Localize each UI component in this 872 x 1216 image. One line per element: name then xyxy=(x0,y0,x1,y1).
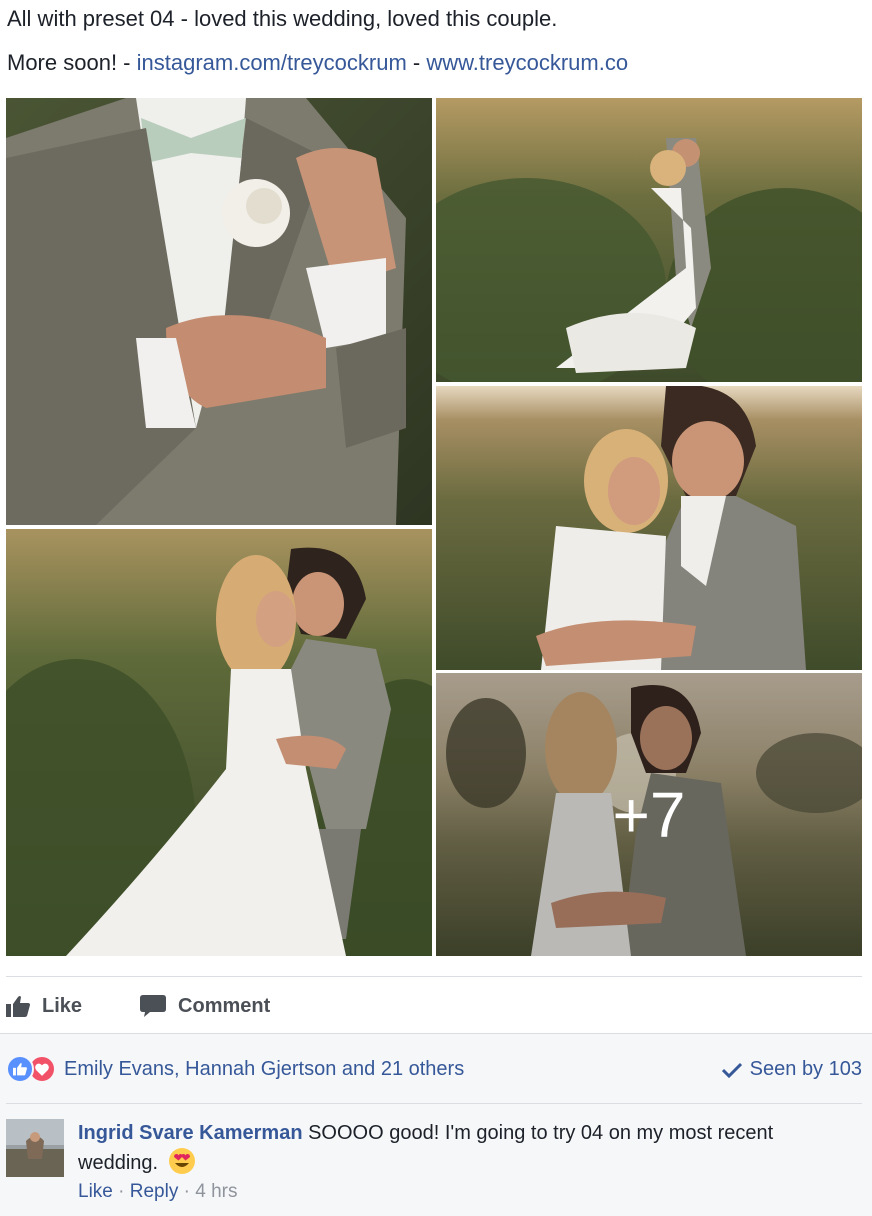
speech-bubble-icon xyxy=(140,995,167,1017)
comment-body: Ingrid Svare Kamerman SOOOO good! I'm go… xyxy=(78,1119,858,1177)
checkmark-icon xyxy=(721,1062,742,1078)
photo-couple-embrace[interactable] xyxy=(436,386,862,670)
divider xyxy=(6,976,862,977)
comment-label: Comment xyxy=(178,994,271,1017)
meta-dot: · xyxy=(112,1181,130,1202)
post-actions: Like Comment xyxy=(6,990,328,1022)
photo-groom-cufflink[interactable] xyxy=(6,98,432,525)
divider xyxy=(6,1103,862,1104)
feedback-panel: Emily Evans, Hannah Gjertson and 21 othe… xyxy=(0,1033,872,1216)
seen-by-label: Seen by 103 xyxy=(749,1058,862,1080)
comment-timestamp[interactable]: 4 hrs xyxy=(195,1181,237,1202)
comment-like-link[interactable]: Like xyxy=(78,1181,113,1202)
instagram-link[interactable]: instagram.com/treycockrum xyxy=(137,50,407,75)
comment-meta: Like · Reply · 4 hrs xyxy=(78,1181,237,1203)
post-text-line-2: More soon! - instagram.com/treycockrum -… xyxy=(7,49,628,77)
more-photos-count[interactable]: +7 xyxy=(436,778,862,852)
post-text-prefix: More soon! - xyxy=(7,50,137,75)
like-reaction-icon xyxy=(6,1055,34,1083)
heart-eyes-emoji-icon xyxy=(168,1148,195,1174)
photo-couple-kiss-field[interactable] xyxy=(6,529,432,956)
comment-author[interactable]: Ingrid Svare Kamerman xyxy=(78,1122,303,1144)
link-separator: - xyxy=(406,50,427,75)
post-text-line-1: All with preset 04 - loved this wedding,… xyxy=(7,6,558,31)
comment-button[interactable]: Comment xyxy=(140,995,270,1018)
like-button[interactable]: Like xyxy=(6,995,82,1018)
reactions-summary[interactable]: Emily Evans, Hannah Gjertson and 21 othe… xyxy=(6,1055,464,1083)
photo-couple-field-1[interactable] xyxy=(436,98,862,382)
like-label: Like xyxy=(42,994,83,1017)
thumbs-up-icon xyxy=(6,996,30,1017)
website-link[interactable]: www.treycockrum.co xyxy=(426,50,628,75)
avatar[interactable] xyxy=(6,1119,64,1177)
reactors-names[interactable]: Emily Evans, Hannah Gjertson and 21 othe… xyxy=(64,1058,464,1081)
comment-reply-link[interactable]: Reply xyxy=(130,1181,179,1202)
meta-dot: · xyxy=(178,1181,196,1202)
seen-by[interactable]: Seen by 103 xyxy=(721,1058,862,1081)
photo-more[interactable]: +7 xyxy=(436,673,862,956)
